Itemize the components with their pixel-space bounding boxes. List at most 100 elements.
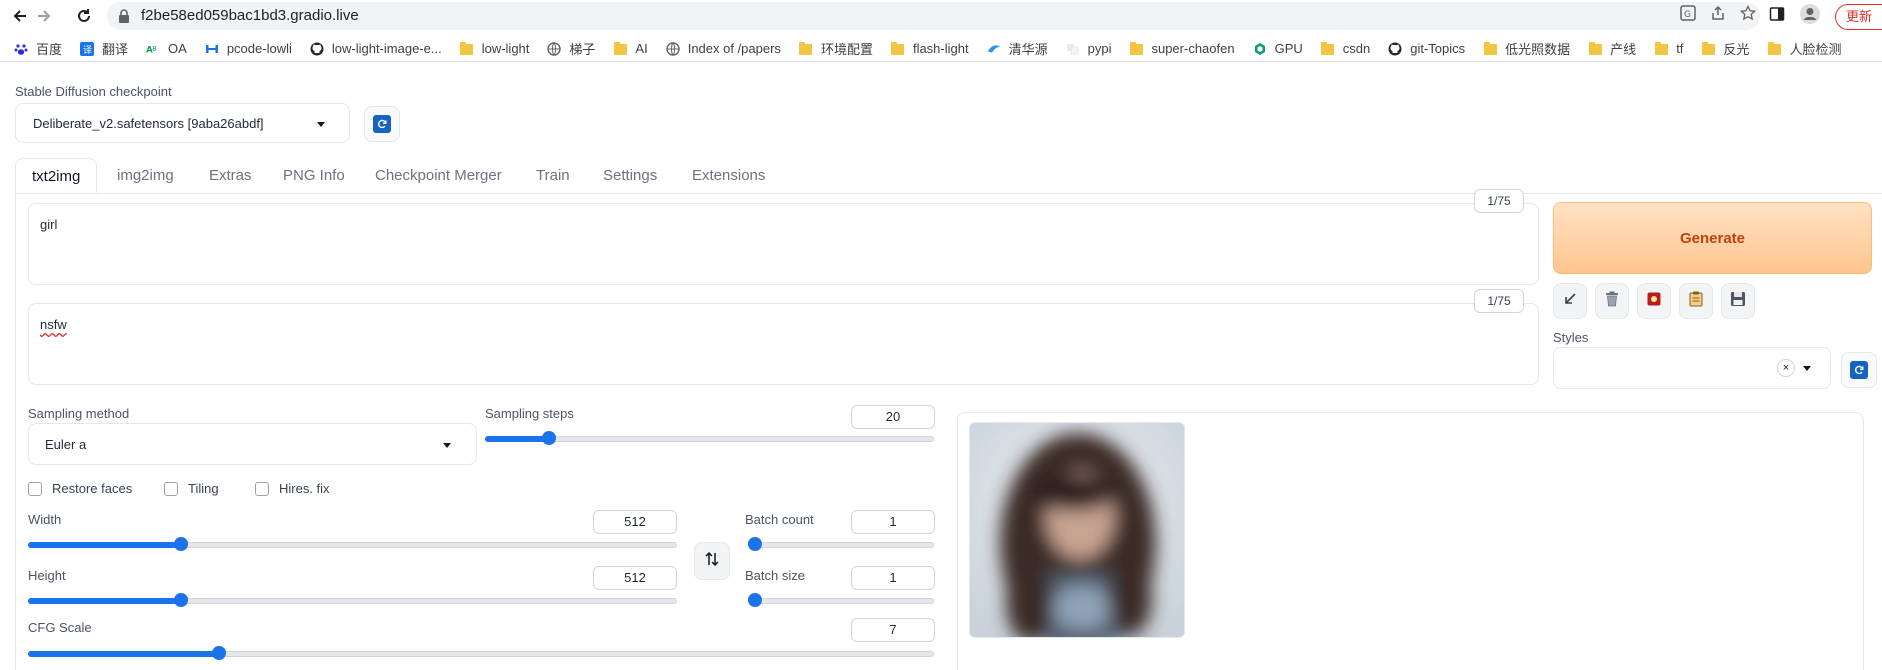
height-label: Height xyxy=(28,568,66,583)
slider-handle[interactable] xyxy=(541,431,556,445)
update-button[interactable]: 更新 xyxy=(1834,3,1882,30)
swap-dimensions-button[interactable] xyxy=(694,542,730,580)
tab-txt2img[interactable]: txt2img xyxy=(15,158,98,193)
prompt-textarea[interactable]: girl xyxy=(28,203,1539,285)
baidu-icon xyxy=(14,42,28,56)
refresh-icon xyxy=(373,115,391,133)
tab-extensions[interactable]: Extensions xyxy=(692,158,765,193)
batch-size-slider[interactable] xyxy=(748,593,934,607)
bookmark-item[interactable]: 人脸检测 xyxy=(1767,39,1841,58)
sampling-steps-slider[interactable] xyxy=(485,431,934,445)
side-panel-icon[interactable] xyxy=(1769,6,1785,27)
styles-dropdown[interactable]: × xyxy=(1553,347,1831,389)
tab-settings[interactable]: Settings xyxy=(603,158,657,193)
bookmark-item[interactable]: pypi xyxy=(1066,41,1111,56)
height-slider[interactable] xyxy=(28,593,677,607)
folder-icon xyxy=(1129,42,1143,56)
bookmark-item[interactable]: git-Topics xyxy=(1388,41,1465,56)
batch-size-input[interactable]: 1 xyxy=(851,566,935,590)
bookmark-item[interactable]: low-light xyxy=(460,41,529,56)
paste-styles-button[interactable] xyxy=(1679,283,1713,319)
browser-toolbar: f2be58ed059bac1bd3.gradio.live G 更新 xyxy=(0,0,1882,32)
bookmark-item[interactable]: flash-light xyxy=(891,41,969,56)
reload-icon[interactable] xyxy=(72,4,96,28)
bookmark-item[interactable]: AI xyxy=(613,41,648,56)
bookmark-item[interactable]: tf xyxy=(1654,41,1683,56)
slider-handle[interactable] xyxy=(174,537,189,551)
slider-handle[interactable] xyxy=(211,646,226,660)
batch-count-input[interactable]: 1 xyxy=(851,510,935,534)
lock-icon xyxy=(118,9,130,28)
restore-faces-checkbox[interactable]: Restore faces xyxy=(28,481,132,496)
extra-networks-button[interactable] xyxy=(1637,283,1671,319)
bookmark-label: super-chaofen xyxy=(1151,41,1235,56)
bookmark-item[interactable]: low-light-image-e... xyxy=(310,41,442,56)
generated-image-thumbnail[interactable] xyxy=(969,422,1185,638)
bookmark-item[interactable]: pcode-lowli xyxy=(205,41,292,56)
width-slider[interactable] xyxy=(28,537,677,551)
clear-prompt-button[interactable] xyxy=(1595,283,1629,319)
refresh-styles-button[interactable] xyxy=(1841,352,1877,388)
checkbox-box[interactable] xyxy=(28,481,42,496)
bookmark-item[interactable]: 清华源 xyxy=(987,39,1048,58)
width-label: Width xyxy=(28,512,62,527)
cfg-scale-input[interactable]: 7 xyxy=(851,618,935,642)
bookmark-item[interactable]: 低光照数据 xyxy=(1483,39,1570,58)
bookmark-item[interactable]: 反光 xyxy=(1701,39,1749,58)
tab-train[interactable]: Train xyxy=(536,158,570,193)
bookmark-item[interactable]: A 8 OA xyxy=(146,41,187,56)
width-input[interactable]: 512 xyxy=(593,510,677,534)
batch-count-slider[interactable] xyxy=(748,537,934,551)
tiling-checkbox[interactable]: Tiling xyxy=(164,481,219,496)
read-params-button[interactable] xyxy=(1553,283,1587,319)
bookmark-item[interactable]: GPU xyxy=(1253,41,1303,56)
slider-handle[interactable] xyxy=(748,537,762,551)
bookmark-item[interactable]: 产线 xyxy=(1588,39,1636,58)
bookmark-label: 梯子 xyxy=(569,42,596,57)
arrow-down-left-icon xyxy=(1563,292,1577,310)
svg-text:8: 8 xyxy=(152,44,156,52)
save-style-button[interactable] xyxy=(1721,283,1755,319)
profile-avatar-icon[interactable] xyxy=(1799,3,1821,30)
prompt-token-counter: 1/75 xyxy=(1474,189,1524,213)
bookmark-item[interactable]: 百度 xyxy=(14,39,62,58)
cfg-scale-slider[interactable] xyxy=(28,646,934,660)
slider-fill xyxy=(28,598,181,604)
slider-handle[interactable] xyxy=(174,593,189,607)
globe-icon xyxy=(547,41,562,56)
refresh-icon xyxy=(1850,361,1868,379)
folder-icon xyxy=(460,42,474,56)
slider-handle[interactable] xyxy=(748,593,762,607)
folder-icon xyxy=(1701,42,1715,56)
translate-page-icon[interactable]: G xyxy=(1680,5,1696,26)
restore-faces-label: Restore faces xyxy=(52,481,133,496)
bookmark-item[interactable]: 译翻译 xyxy=(80,39,128,58)
tab-extras[interactable]: Extras xyxy=(209,158,252,193)
back-arrow-icon[interactable] xyxy=(8,4,32,28)
bookmark-item[interactable]: 梯子 xyxy=(547,39,595,58)
tab-img2img[interactable]: img2img xyxy=(117,158,174,193)
sampling-method-dropdown[interactable]: Euler a xyxy=(28,423,477,465)
bookmark-item[interactable]: 环境配置 xyxy=(799,39,873,58)
sampling-steps-input[interactable]: 20 xyxy=(851,405,935,429)
chevron-down-icon xyxy=(317,122,325,127)
negative-prompt-textarea[interactable]: nsfw xyxy=(28,303,1539,385)
bookmark-item[interactable]: csdn xyxy=(1321,41,1370,56)
checkbox-box[interactable] xyxy=(164,481,178,496)
share-icon[interactable] xyxy=(1710,5,1726,26)
forward-arrow-icon[interactable] xyxy=(32,4,56,28)
globe-icon xyxy=(666,41,680,56)
hires-fix-checkbox[interactable]: Hires. fix xyxy=(255,481,330,496)
refresh-checkpoints-button[interactable] xyxy=(364,106,400,142)
height-input[interactable]: 512 xyxy=(593,566,677,590)
bookmark-star-icon[interactable] xyxy=(1739,4,1757,26)
bookmark-item[interactable]: Index of /papers xyxy=(666,41,781,56)
bookmark-item[interactable]: super-chaofen xyxy=(1129,41,1235,56)
bookmark-label: 环境配置 xyxy=(820,42,873,57)
checkpoint-dropdown[interactable]: Deliberate_v2.safetensors [9aba26abdf] xyxy=(15,103,350,143)
clear-styles-icon[interactable]: × xyxy=(1777,359,1795,377)
tab-png-info[interactable]: PNG Info xyxy=(283,158,345,193)
tab-checkpoint-merger[interactable]: Checkpoint Merger xyxy=(375,158,502,193)
generate-button[interactable]: Generate xyxy=(1553,202,1872,274)
checkbox-box[interactable] xyxy=(255,481,269,496)
